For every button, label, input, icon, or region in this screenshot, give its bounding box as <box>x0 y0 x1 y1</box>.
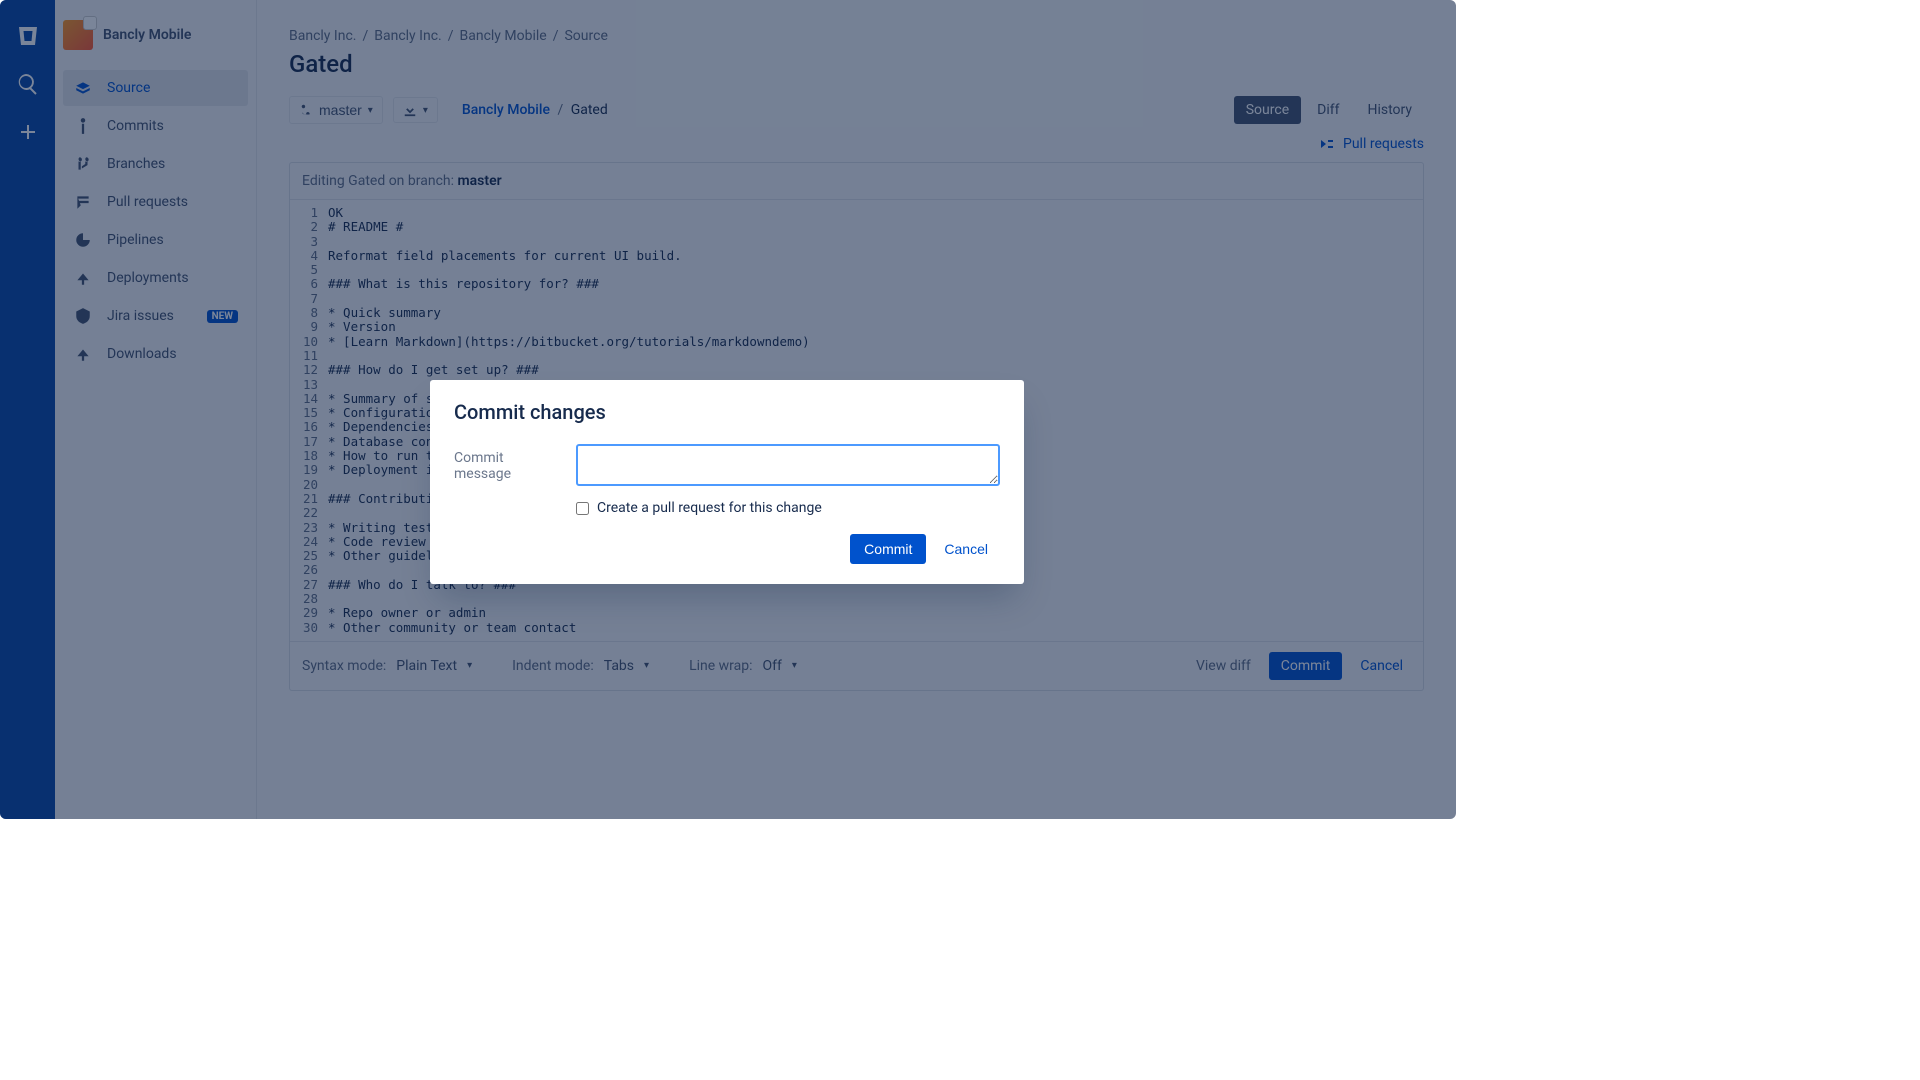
create-pr-checkbox[interactable] <box>576 502 589 515</box>
create-pr-label: Create a pull request for this change <box>597 500 822 516</box>
modal-title: Commit changes <box>454 400 1000 424</box>
modal-cancel-button[interactable]: Cancel <box>932 534 1000 564</box>
commit-message-input[interactable] <box>576 444 1000 486</box>
commit-message-label: Commit message <box>454 444 562 482</box>
commit-changes-modal: Commit changes Commit message Create a p… <box>430 380 1024 584</box>
modal-commit-button[interactable]: Commit <box>850 534 926 564</box>
